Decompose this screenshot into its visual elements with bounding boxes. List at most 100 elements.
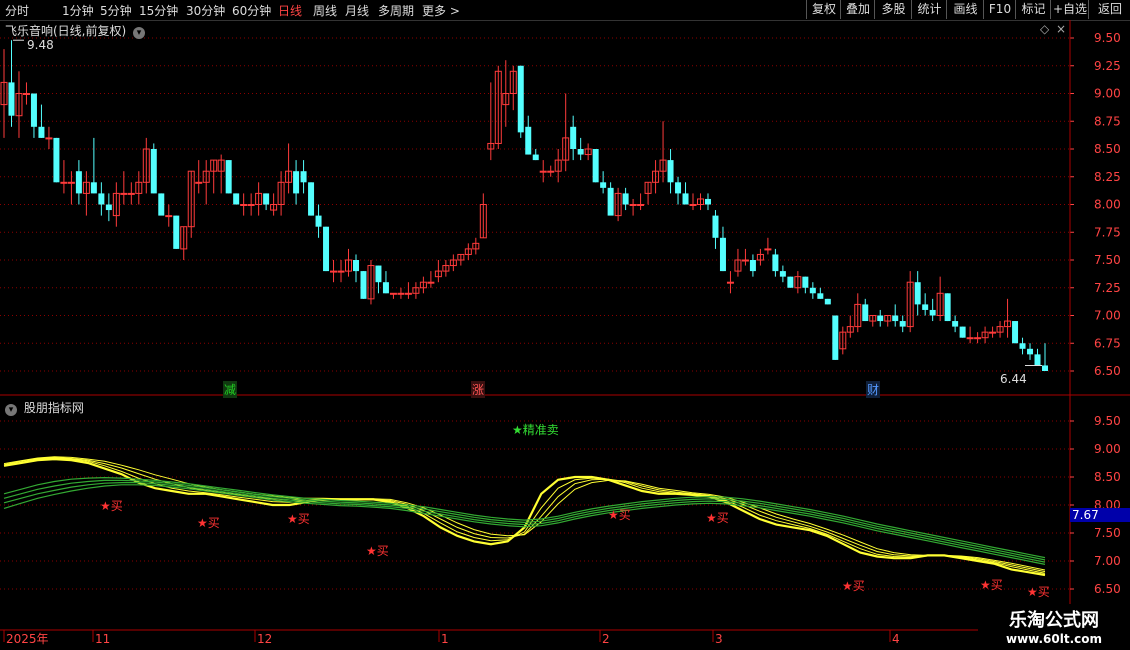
candle-body-40: [300, 171, 307, 183]
toolbar-button-0[interactable]: 复权: [806, 0, 841, 19]
candle-body-130: [974, 337, 982, 340]
candle-body-53: [397, 292, 405, 295]
period-tab-4[interactable]: 30分钟: [186, 2, 225, 19]
candle-body-6: [45, 137, 53, 140]
candle-body-47: [352, 260, 359, 272]
candle-body-4: [30, 93, 37, 127]
candle-body-57: [427, 281, 435, 284]
period-tab-6[interactable]: 日线: [278, 2, 302, 19]
candle-body-122: [914, 282, 921, 305]
toolbar-button-8[interactable]: 返回: [1088, 0, 1130, 19]
candle-body-39: [293, 171, 300, 194]
candle-body-83: [622, 193, 629, 205]
candle-body-10: [75, 171, 82, 194]
candle-body-5: [38, 126, 45, 138]
buy-signal-7: ★买: [980, 578, 1003, 592]
period-tab-10[interactable]: 更多 >: [422, 2, 460, 19]
period-tab-7[interactable]: 周线: [313, 2, 337, 19]
toolbar-button-2[interactable]: 多股: [874, 0, 912, 19]
event-marker-finance[interactable]: 财: [866, 381, 881, 398]
candle-body-91: [682, 193, 689, 205]
sell-signal: ★精准卖: [512, 423, 559, 437]
candle-body-13: [98, 193, 105, 205]
candle-body-14: [105, 204, 112, 211]
candle-body-92: [689, 204, 697, 206]
toolbar: 分时 1分钟 5分钟 15分钟 30分钟 60分钟 日线 周线 月线 多周期 更多 > 复权 叠加 多股统…: [0, 0, 1130, 21]
main-y-tick-0: 9.50: [1094, 31, 1121, 45]
buy-signal-8: ★买: [1027, 585, 1050, 599]
candle-body-94: [704, 198, 711, 205]
candle-body-119: [892, 315, 899, 322]
x-axis-label-6: 4: [892, 632, 900, 646]
candle-body-77: [577, 149, 584, 155]
main-y-tick-6: 8.00: [1094, 198, 1121, 212]
toolbar-button-1[interactable]: 叠加: [840, 0, 875, 19]
candle-body-50: [375, 265, 382, 283]
ind-y-tick-4: 7.50: [1094, 526, 1121, 540]
candle-body-111: [832, 315, 839, 360]
candle-body-32: [240, 204, 248, 206]
candle-body-97: [726, 281, 734, 284]
candle-body-21: [158, 193, 165, 216]
period-tab-5[interactable]: 60分钟: [232, 2, 271, 19]
period-tab-0[interactable]: 分时: [5, 2, 29, 19]
candle-body-115: [862, 304, 869, 322]
candle-body-79: [592, 149, 599, 183]
period-tab-9[interactable]: 多周期: [378, 2, 414, 19]
candle-body-117: [877, 315, 884, 322]
x-axis-label-4: 2: [602, 632, 610, 646]
watermark-url: www.60lt.com: [1005, 632, 1103, 646]
toolbar-button-3[interactable]: 统计: [911, 0, 947, 19]
candle-body-132: [989, 331, 997, 334]
candle-body-42: [315, 215, 322, 227]
main-panel-close-icon[interactable]: ×: [1056, 22, 1066, 36]
candle-body-127: [952, 321, 959, 327]
candle-body-41: [308, 182, 315, 216]
current-value-badge: 7.67: [1070, 508, 1130, 522]
candle-body-107: [802, 276, 809, 288]
candle-body-84: [629, 204, 637, 206]
high-price-label: 9.48: [27, 38, 54, 52]
main-y-tick-11: 6.75: [1094, 336, 1121, 350]
candle-body-137: [1027, 348, 1034, 355]
toolbar-button-4[interactable]: 画线: [946, 0, 984, 19]
main-y-tick-2: 9.00: [1094, 87, 1121, 101]
candle-body-120: [899, 321, 906, 327]
candle-body-71: [532, 154, 539, 161]
period-tab-1[interactable]: 1分钟: [62, 2, 94, 19]
candle-body-52: [389, 292, 397, 295]
buy-signal-0: ★买: [100, 499, 123, 513]
low-price-label: 6.44: [1000, 372, 1027, 386]
buy-signal-5: ★买: [706, 511, 729, 525]
candle-body-135: [1012, 321, 1019, 344]
indicator-settings-icon[interactable]: ▾: [5, 404, 17, 416]
candle-body-12: [90, 182, 97, 194]
event-marker-limit-up[interactable]: 涨: [471, 381, 486, 398]
candle-body-139: [1042, 365, 1048, 371]
candle-body-124: [929, 309, 936, 316]
main-y-tick-5: 8.25: [1094, 170, 1121, 184]
toolbar-button-6[interactable]: 标记: [1015, 0, 1051, 19]
x-axis-label-3: 1: [441, 632, 449, 646]
stock-title: 飞乐音响(日线,前复权): [5, 24, 127, 38]
candle-body-110: [824, 298, 831, 305]
candle-body-103: [772, 254, 779, 272]
candle-body-30: [225, 160, 232, 194]
main-panel-diamond-icon[interactable]: ◇: [1040, 22, 1049, 36]
candle-body-51: [382, 282, 389, 294]
indicator-series-1: [3, 457, 1046, 574]
indicator-title: 股朋指标网: [23, 401, 84, 415]
period-tab-2[interactable]: 5分钟: [100, 2, 132, 19]
period-tab-8[interactable]: 月线: [345, 2, 369, 19]
panel-settings-icon[interactable]: ▾: [133, 27, 146, 39]
candle-body-128: [959, 326, 966, 338]
period-tab-3[interactable]: 15分钟: [139, 2, 178, 19]
candle-body-45: [337, 270, 345, 273]
main-y-tick-3: 8.75: [1094, 114, 1121, 128]
event-marker-reduce[interactable]: 减: [223, 381, 238, 398]
toolbar-button-7[interactable]: +自选: [1050, 0, 1089, 19]
main-y-tick-12: 6.50: [1094, 364, 1121, 378]
main-y-tick-7: 7.75: [1094, 225, 1121, 239]
toolbar-button-5[interactable]: F10: [983, 0, 1016, 19]
candle-body-70: [525, 126, 532, 155]
